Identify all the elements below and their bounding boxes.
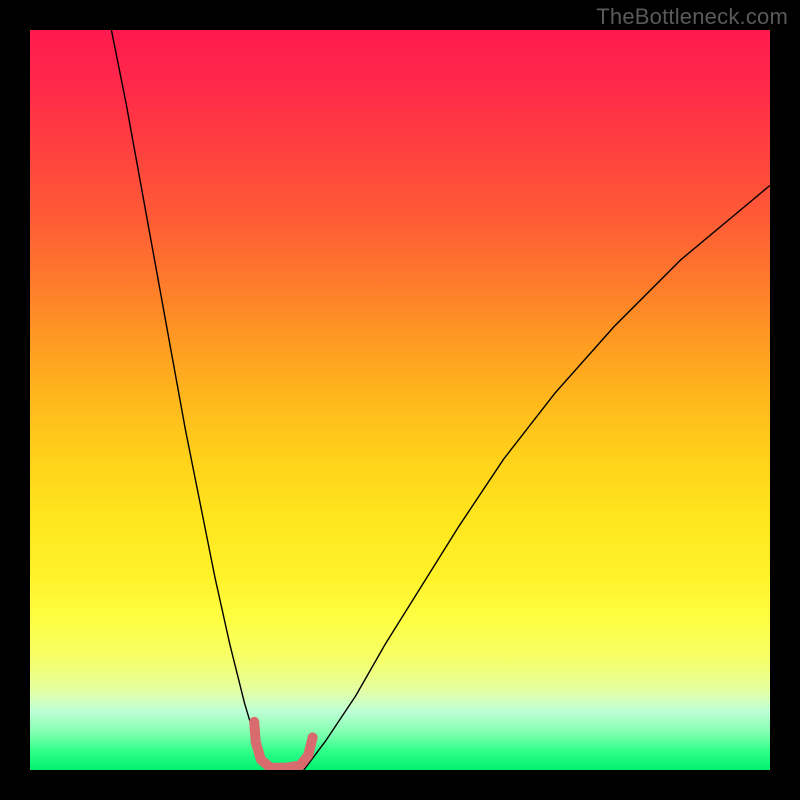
plot-area bbox=[30, 30, 770, 770]
curve-layer bbox=[30, 30, 770, 770]
series-bottleneck-curve-left bbox=[111, 30, 270, 770]
series-optimal-marker bbox=[254, 722, 312, 768]
watermark-text: TheBottleneck.com bbox=[596, 4, 788, 30]
series-bottleneck-curve-right bbox=[304, 185, 770, 770]
chart-frame: TheBottleneck.com bbox=[0, 0, 800, 800]
